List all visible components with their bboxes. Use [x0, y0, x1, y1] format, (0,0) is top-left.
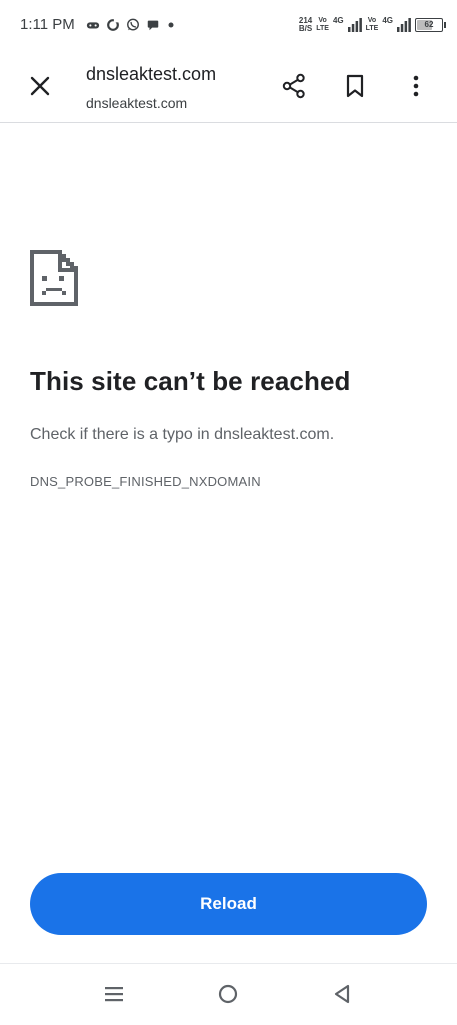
volte-badge-1: Vo LTE — [316, 17, 329, 33]
status-bar: 1:11 PM 214 B/S Vo LTE 4G Vo LTE 4G 62 — [0, 0, 457, 50]
more-vert-icon — [413, 75, 419, 97]
status-time: 1:11 PM — [20, 16, 75, 33]
back-button[interactable] — [328, 980, 356, 1008]
game-controller-icon — [86, 22, 100, 29]
share-icon — [282, 73, 305, 99]
dot-icon — [168, 22, 174, 28]
recents-menu-icon — [105, 987, 123, 1002]
battery-level: 62 — [424, 20, 434, 29]
volte-2-top: Vo — [367, 17, 377, 24]
close-button[interactable] — [20, 66, 60, 106]
sync-icon — [107, 18, 119, 31]
signal-icon — [347, 18, 362, 32]
share-button[interactable] — [274, 66, 314, 106]
error-title: This site can’t be reached — [30, 366, 351, 396]
notification-icons — [86, 17, 176, 33]
sad-page-icon — [30, 250, 78, 306]
volte-2-bottom: LTE — [365, 25, 379, 32]
volte-1-top: Vo — [318, 17, 327, 24]
system-navigation-bar — [0, 963, 457, 1025]
signal-2-label: 4G — [382, 16, 393, 25]
bookmark-button[interactable] — [335, 66, 375, 106]
error-message: Check if there is a typo in dnsleaktest.… — [30, 426, 335, 443]
custom-tab-toolbar: dnsleaktest.com dnsleaktest.com — [0, 50, 457, 123]
more-options-button[interactable] — [396, 66, 436, 106]
back-triangle-icon — [334, 984, 350, 1004]
bookmark-icon — [346, 74, 364, 98]
chat-bubble-icon — [147, 20, 159, 31]
volte-badge-2: Vo LTE — [366, 17, 379, 33]
network-speed: 214 B/S — [299, 17, 312, 33]
recents-button[interactable] — [100, 980, 128, 1008]
page-url[interactable]: dnsleaktest.com — [86, 95, 187, 111]
signal-icon — [397, 18, 411, 32]
signal-1-label: 4G — [332, 16, 344, 25]
close-icon — [30, 76, 50, 96]
whatsapp-icon — [127, 18, 139, 31]
system-indicators: 214 B/S Vo LTE 4G Vo LTE 4G 62 — [299, 14, 446, 36]
home-button[interactable] — [214, 980, 242, 1008]
reload-button[interactable]: Reload — [30, 873, 427, 935]
volte-1-bottom: LTE — [316, 25, 329, 32]
home-circle-icon — [218, 984, 238, 1004]
page-title: dnsleaktest.com — [86, 64, 217, 84]
error-code[interactable]: DNS_PROBE_FINISHED_NXDOMAIN — [30, 474, 261, 489]
net-speed-unit: B/S — [298, 24, 313, 33]
battery-icon: 62 — [415, 18, 446, 32]
